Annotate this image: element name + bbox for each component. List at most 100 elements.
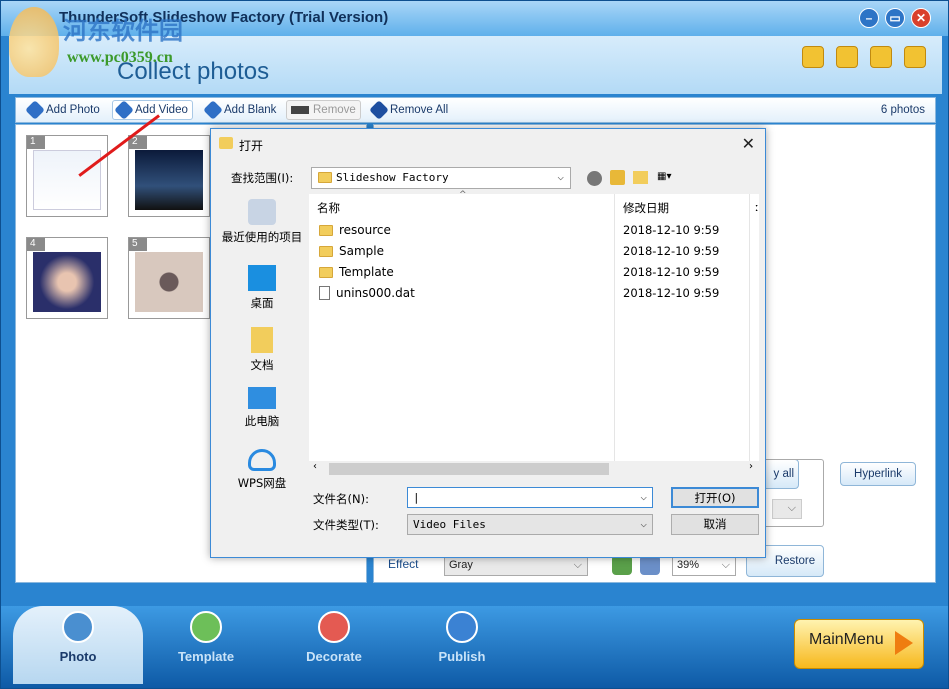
disabled-select[interactable]: ⌵ <box>772 499 802 519</box>
computer-icon <box>248 387 276 409</box>
file-date: 2018-12-10 9:59 <box>623 223 719 237</box>
filetype-value: Video Files <box>413 518 486 531</box>
place-label: 此电脑 <box>245 414 280 428</box>
minimize-button[interactable]: – <box>859 8 879 28</box>
file-date: 2018-12-10 9:59 <box>623 265 719 279</box>
filename-input[interactable]: |⌵ <box>407 487 653 508</box>
remove-button[interactable]: Remove <box>286 100 361 120</box>
photo-thumbnail[interactable]: 1 <box>26 135 108 217</box>
tab-decorate[interactable]: Decorate <box>269 606 399 684</box>
file-name: Sample <box>339 244 384 258</box>
remove-label: Remove <box>313 104 356 116</box>
filetype-select[interactable]: Video Files⌵ <box>407 514 653 535</box>
photo-number: 1 <box>27 136 45 149</box>
photo-count: 6 photos <box>881 104 925 116</box>
dialog-close-button[interactable]: ✕ <box>742 134 755 153</box>
eraser-icon <box>291 106 309 114</box>
zoom-value: 39% <box>677 559 699 571</box>
tab-template[interactable]: Template <box>141 606 271 684</box>
tab-label: Publish <box>439 649 486 664</box>
place-recent[interactable]: 最近使用的项目 <box>215 199 309 245</box>
back-icon[interactable] <box>587 171 602 186</box>
view-menu-icon[interactable]: ▦▾ <box>657 171 681 185</box>
folder-icon <box>318 172 332 183</box>
place-label: 文档 <box>251 358 274 372</box>
effect-label: Effect <box>388 557 418 571</box>
help-icon[interactable] <box>904 46 926 68</box>
puzzle-icon <box>203 100 223 120</box>
horizontal-scrollbar[interactable]: ‹› <box>309 461 759 477</box>
file-row[interactable]: unins000.dat <box>319 283 415 303</box>
place-wps-drive[interactable]: WPS网盘 <box>215 449 309 491</box>
photo-thumbnail[interactable]: 2 <box>128 135 210 217</box>
effect-value: Gray <box>449 559 473 571</box>
desktop-icon <box>248 265 276 291</box>
close-button[interactable]: ✕ <box>911 8 931 28</box>
zoom-in-icon[interactable] <box>612 555 632 575</box>
puzzle-icon <box>369 100 389 120</box>
file-name: unins000.dat <box>336 286 415 300</box>
remove-all-label: Remove All <box>390 104 448 116</box>
filetype-label: 文件类型(T): <box>313 517 379 533</box>
globe-icon <box>446 611 478 643</box>
photo-number: 5 <box>129 238 147 251</box>
heart-icon <box>318 611 350 643</box>
column-date[interactable]: 修改日期 <box>623 200 669 216</box>
maximize-button[interactable]: ▭ <box>885 8 905 28</box>
new-folder-icon[interactable] <box>633 171 648 184</box>
file-name: Template <box>339 265 394 279</box>
effect-select[interactable]: Gray⌵ <box>444 556 588 576</box>
column-name[interactable]: 名称 <box>317 200 340 216</box>
remove-all-button[interactable]: Remove All <box>368 100 452 120</box>
file-date: 2018-12-10 9:59 <box>623 244 719 258</box>
photo-thumbnail[interactable]: 5 <box>128 237 210 319</box>
recent-icon <box>248 199 276 225</box>
up-folder-icon[interactable] <box>610 170 625 185</box>
filename-label: 文件名(N): <box>313 491 369 507</box>
tab-publish[interactable]: Publish <box>397 606 527 684</box>
file-date: 2018-12-10 9:59 <box>623 286 719 300</box>
place-this-pc[interactable]: 此电脑 <box>215 387 309 429</box>
open-button[interactable]: 打开(O) <box>671 487 759 508</box>
template-icon <box>190 611 222 643</box>
file-row[interactable]: resource <box>319 220 391 240</box>
scrollbar-thumb[interactable] <box>329 463 609 475</box>
tab-photo[interactable]: Photo <box>13 606 143 684</box>
column-type[interactable]: ː <box>755 200 759 214</box>
place-label: 最近使用的项目 <box>222 230 303 244</box>
file-name: resource <box>339 223 391 237</box>
zoom-select[interactable]: 39%⌵ <box>672 556 736 576</box>
documents-icon <box>251 327 273 353</box>
place-desktop[interactable]: 桌面 <box>215 265 309 311</box>
save-icon[interactable] <box>836 46 858 68</box>
add-video-label: Add Video <box>135 104 188 116</box>
main-menu-button[interactable]: MainMenu <box>794 619 924 669</box>
file-list: 名称 ^ 修改日期 ː resource 2018-12-10 9:59 Sam… <box>309 194 759 464</box>
file-row[interactable]: Template <box>319 262 394 282</box>
add-photo-button[interactable]: Add Photo <box>24 100 104 120</box>
open-folder-icon[interactable] <box>802 46 824 68</box>
places-bar: 最近使用的项目 桌面 文档 此电脑 WPS网盘 <box>215 191 309 551</box>
place-documents[interactable]: 文档 <box>215 327 309 373</box>
tab-label: Photo <box>60 649 97 664</box>
photo-number: 4 <box>27 238 45 251</box>
cancel-button[interactable]: 取消 <box>671 514 759 535</box>
place-label: 桌面 <box>251 296 274 310</box>
open-file-dialog: 打开 ✕ 查找范围(I): Slideshow Factory⌵ ▦▾ 最近使用… <box>210 128 766 558</box>
look-in-value: Slideshow Factory <box>336 171 449 184</box>
file-row[interactable]: Sample <box>319 241 384 261</box>
main-menu-label: MainMenu <box>809 631 884 648</box>
add-blank-button[interactable]: Add Blank <box>202 100 280 120</box>
puzzle-icon <box>114 100 134 120</box>
tab-label: Template <box>178 649 234 664</box>
hyperlink-button[interactable]: Hyperlink <box>840 462 916 486</box>
watermark-logo-icon <box>9 7 59 77</box>
zoom-out-icon[interactable] <box>640 555 660 575</box>
bulb-icon[interactable] <box>870 46 892 68</box>
folder-icon <box>319 267 333 278</box>
add-photo-label: Add Photo <box>46 104 100 116</box>
place-label: WPS网盘 <box>238 476 287 490</box>
tab-label: Decorate <box>306 649 362 664</box>
look-in-select[interactable]: Slideshow Factory⌵ <box>311 167 571 189</box>
photo-thumbnail[interactable]: 4 <box>26 237 108 319</box>
